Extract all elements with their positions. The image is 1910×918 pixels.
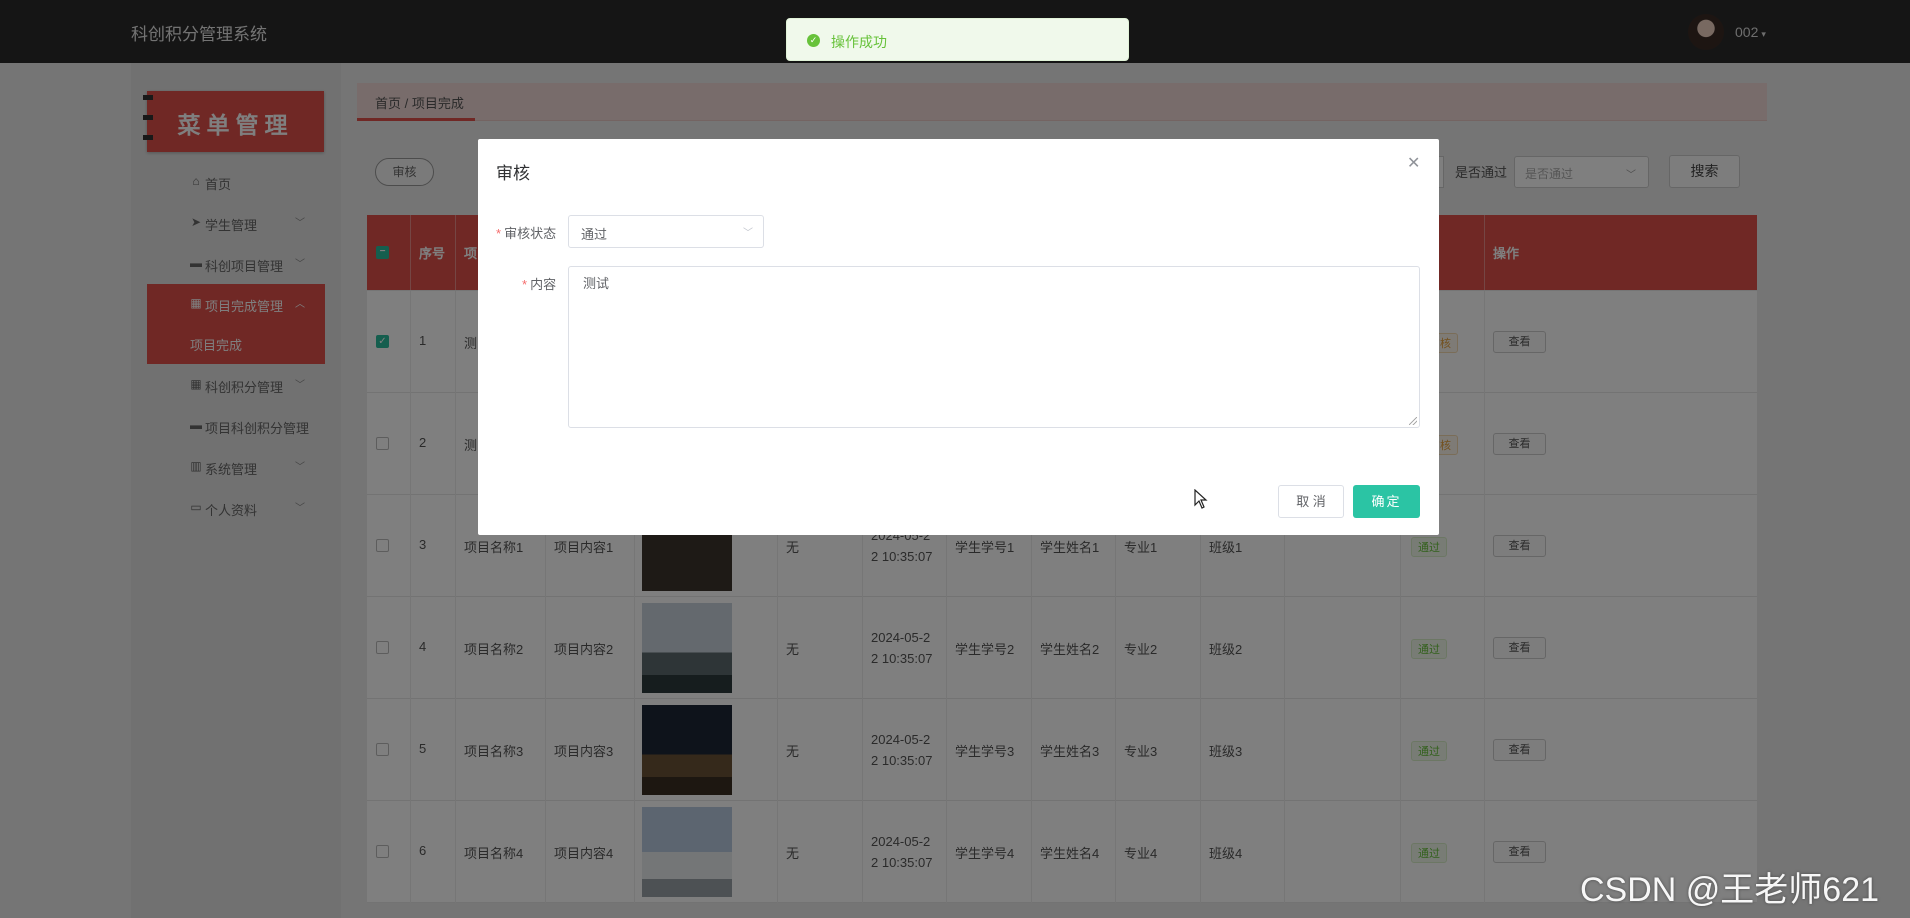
mouse-cursor-icon <box>1194 489 1208 509</box>
audit-status-select[interactable]: 通过 ﹀ <box>568 215 764 248</box>
audit-dialog: 审核 ✕ * 审核状态 通过 ﹀ * 内容 测试 取 消 确定 <box>478 139 1439 535</box>
status-field-label: * 审核状态 <box>496 223 556 242</box>
toast-message: 操作成功 <box>831 34 887 50</box>
watermark: CSDN @王老师621 <box>1580 871 1880 909</box>
audit-status-value: 通过 <box>581 227 608 242</box>
required-marker: * <box>496 226 502 241</box>
content-textarea[interactable]: 测试 <box>568 266 1420 428</box>
status-label-text: 审核状态 <box>504 226 557 241</box>
confirm-button[interactable]: 确定 <box>1353 485 1420 518</box>
cancel-button[interactable]: 取 消 <box>1278 485 1344 518</box>
success-toast: ✓ 操作成功 <box>786 18 1129 61</box>
close-icon[interactable]: ✕ <box>1407 153 1420 173</box>
required-marker: * <box>522 277 528 292</box>
dialog-title: 审核 <box>496 164 530 183</box>
content-field-label: * 内容 <box>522 274 556 293</box>
resize-handle-icon[interactable] <box>1409 417 1417 425</box>
check-circle-icon: ✓ <box>807 34 820 47</box>
chevron-down-icon: ﹀ <box>743 228 753 239</box>
content-value: 测试 <box>583 276 610 291</box>
content-label-text: 内容 <box>530 277 557 292</box>
